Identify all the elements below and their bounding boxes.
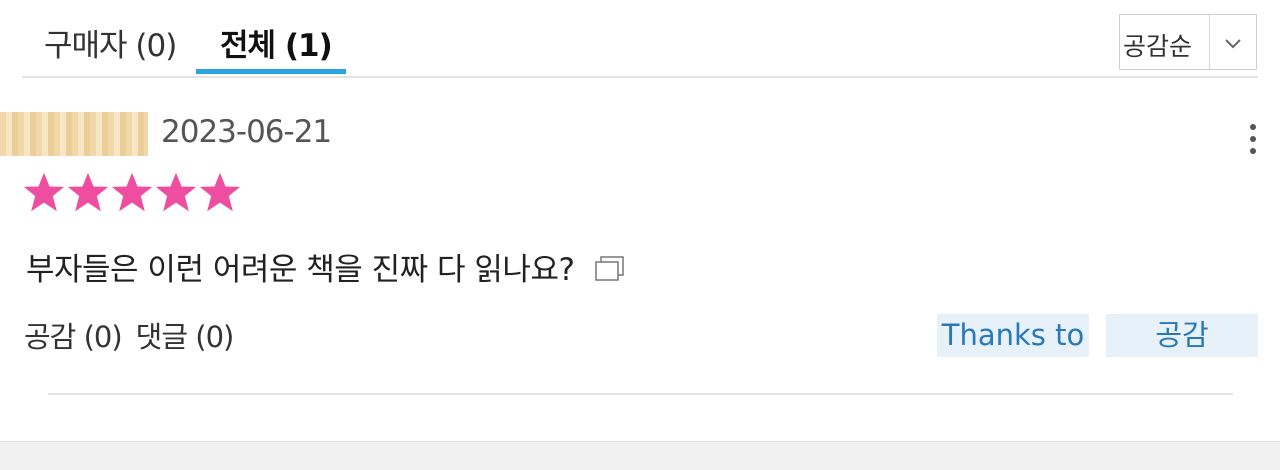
review-date: 2023-06-21 — [161, 114, 332, 150]
like-count[interactable]: 공감 (0) — [24, 320, 123, 354]
star-rating — [22, 170, 242, 216]
tab-all[interactable]: 전체 (1) — [220, 20, 333, 65]
copy-icon[interactable] — [594, 254, 626, 282]
sort-divider — [1209, 15, 1210, 69]
star-icon — [23, 172, 65, 212]
star-icon — [155, 172, 197, 212]
like-button[interactable]: 공감 — [1106, 314, 1258, 357]
more-options-icon[interactable] — [1246, 124, 1260, 164]
star-icon — [67, 172, 109, 212]
review-tabs: 구매자 (0) 전체 (1) — [22, 0, 1258, 78]
chevron-down-icon — [1225, 39, 1241, 49]
comment-count[interactable]: 댓글 (0) — [136, 320, 235, 354]
star-icon — [199, 172, 241, 212]
review-text: 부자들은 이런 어려운 책을 진짜 다 읽나요? — [26, 252, 575, 288]
reviewer-name-blurred — [0, 112, 148, 156]
review-meta: 공감 (0) 댓글 (0) — [24, 314, 235, 356]
sort-select[interactable]: 공감순 — [1119, 14, 1257, 70]
star-icon — [111, 172, 153, 212]
thanks-to-button[interactable]: Thanks to — [937, 314, 1089, 357]
footer-band — [0, 441, 1280, 470]
review-section: 구매자 (0) 전체 (1) 공감순 2023-06-21 부자들은 이런 어려… — [0, 0, 1280, 470]
sort-selected-label: 공감순 — [1123, 32, 1193, 61]
review-divider — [48, 393, 1233, 395]
tab-buyer[interactable]: 구매자 (0) — [44, 20, 177, 65]
active-tab-indicator — [196, 69, 346, 74]
